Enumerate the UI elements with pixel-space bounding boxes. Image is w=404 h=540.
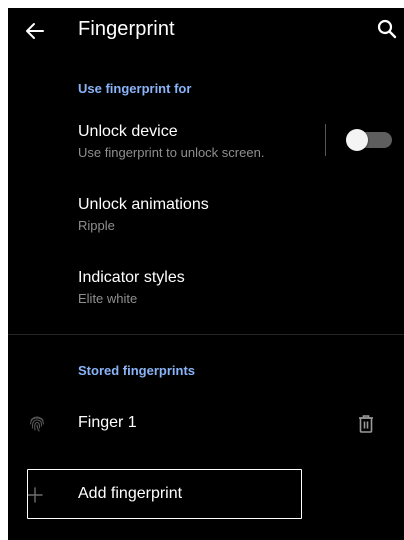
section-header-use-fingerprint-for: Use fingerprint for	[78, 81, 192, 96]
arrow-left-icon	[26, 23, 44, 39]
toggle-thumb	[346, 129, 368, 151]
add-fingerprint-button[interactable]: Add fingerprint	[8, 471, 404, 519]
unlock-animations-subtitle: Ripple	[78, 218, 115, 233]
delete-fingerprint-button[interactable]	[356, 413, 376, 435]
unlock-device-subtitle: Use fingerprint to unlock screen.	[78, 145, 265, 160]
unlock-device-toggle[interactable]	[346, 129, 392, 151]
indicator-styles-row[interactable]: Indicator styles Elite white	[8, 259, 404, 315]
unlock-device-row[interactable]: Unlock device Use fingerprint to unlock …	[8, 112, 404, 168]
page-title: Fingerprint	[78, 18, 175, 40]
section-divider	[8, 334, 404, 335]
indicator-styles-subtitle: Elite white	[78, 291, 138, 306]
trash-icon	[359, 415, 373, 433]
fingerprint-name: Finger 1	[78, 414, 137, 431]
search-icon	[377, 19, 397, 39]
search-button[interactable]	[374, 16, 400, 42]
fingerprint-icon	[28, 415, 46, 433]
unlock-device-title: Unlock device	[78, 123, 178, 140]
unlock-animations-row[interactable]: Unlock animations Ripple	[8, 186, 404, 242]
vertical-divider	[325, 124, 326, 156]
back-button[interactable]	[22, 18, 48, 44]
app-bar: Fingerprint	[8, 8, 404, 54]
add-fingerprint-label: Add fingerprint	[78, 485, 183, 502]
indicator-styles-title: Indicator styles	[78, 269, 185, 286]
fingerprint-settings-screen: Fingerprint Use fingerprint for Unlock d…	[8, 8, 404, 540]
fingerprint-item[interactable]: Finger 1	[8, 400, 404, 448]
unlock-animations-title: Unlock animations	[78, 196, 209, 213]
section-header-stored-fingerprints: Stored fingerprints	[78, 363, 196, 378]
plus-icon	[26, 486, 44, 504]
